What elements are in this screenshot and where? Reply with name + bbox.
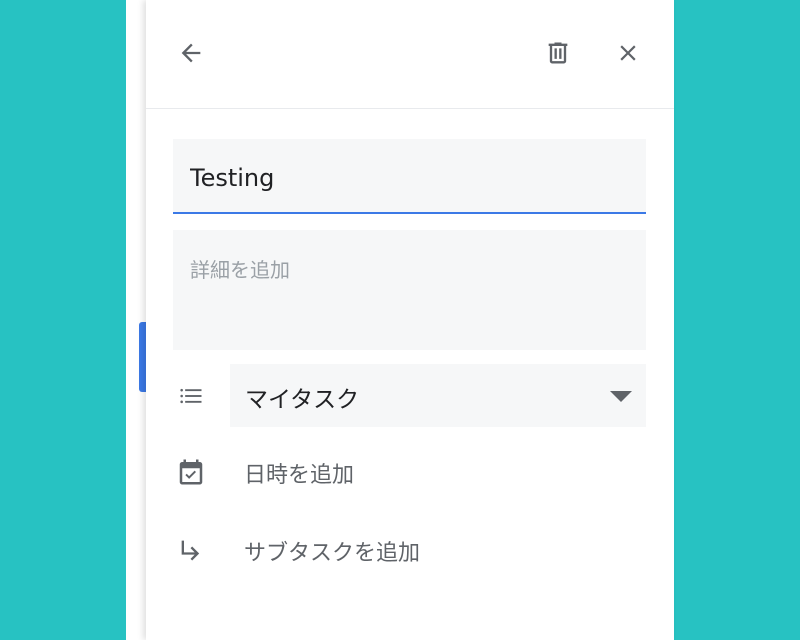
close-button[interactable] bbox=[608, 33, 648, 73]
task-title-input[interactable] bbox=[188, 157, 632, 199]
selected-task-indicator bbox=[139, 322, 146, 392]
task-title-field bbox=[173, 139, 646, 214]
list-icon bbox=[173, 378, 209, 414]
task-list-select[interactable]: マイタスク bbox=[230, 364, 646, 427]
calendar-check-icon bbox=[173, 454, 209, 490]
delete-button[interactable] bbox=[538, 33, 578, 73]
add-subtask-button[interactable]: サブタスクを追加 bbox=[244, 535, 420, 567]
arrow-back-icon bbox=[181, 43, 201, 63]
add-date-button[interactable]: 日時を追加 bbox=[244, 457, 354, 489]
trash-icon bbox=[548, 42, 568, 64]
underlying-task-list bbox=[126, 0, 148, 640]
task-list-selected-value: マイタスク bbox=[245, 387, 360, 413]
dropdown-arrow-icon bbox=[610, 391, 632, 402]
task-details-panel: マイタスク 日時を追加 サブタスクを追加 bbox=[146, 0, 674, 640]
panel-header bbox=[146, 0, 674, 109]
close-icon bbox=[620, 45, 636, 61]
back-button[interactable] bbox=[171, 33, 211, 73]
task-details-field bbox=[173, 230, 646, 350]
task-details-input[interactable] bbox=[188, 252, 632, 336]
subdirectory-arrow-icon bbox=[173, 532, 209, 568]
